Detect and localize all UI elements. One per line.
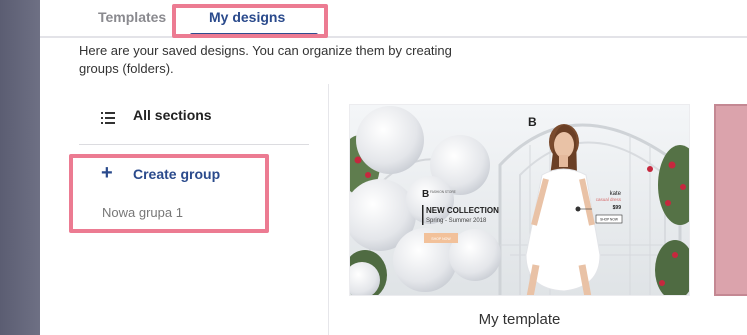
- preview-product-desc: casual dress: [596, 197, 622, 202]
- designs-panel: Templates My designs Here are your saved…: [40, 0, 747, 335]
- list-icon: [101, 112, 115, 124]
- design-preview-image: B B FASHION STORE NEW COLLECTION Spring …: [350, 105, 689, 295]
- group-item-nowa-grupa-1[interactable]: Nowa grupa 1: [102, 205, 183, 220]
- sidebar-divider: [79, 144, 309, 145]
- preview-season: Spring - Summer 2018: [426, 218, 487, 224]
- all-sections-item[interactable]: All sections: [133, 107, 212, 123]
- preview-right-button: SHOP NOW: [600, 218, 618, 222]
- preview-price: $99: [613, 205, 622, 211]
- sections-sidebar: All sections + Create group Nowa grupa 1: [40, 84, 329, 335]
- page-description: Here are your saved designs. You can org…: [79, 43, 452, 76]
- tab-templates[interactable]: Templates: [98, 9, 166, 25]
- preview-left-button: SHOP NOW: [431, 237, 451, 241]
- tab-highlight-box: [172, 4, 328, 38]
- preview-headline: NEW COLLECTION: [426, 206, 499, 215]
- tab-bar: Templates My designs: [40, 0, 747, 38]
- svg-text:B: B: [422, 189, 429, 200]
- preview-brand-letter: B: [528, 115, 537, 129]
- create-group-button[interactable]: Create group: [133, 166, 220, 182]
- plus-icon[interactable]: +: [101, 163, 113, 183]
- design-thumbnail[interactable]: B B FASHION STORE NEW COLLECTION Spring …: [349, 104, 690, 296]
- left-backdrop: [0, 0, 40, 335]
- design-caption[interactable]: My template: [349, 311, 690, 328]
- next-design-preview: [716, 106, 747, 294]
- preview-store-logo: FASHION STORE: [430, 190, 456, 194]
